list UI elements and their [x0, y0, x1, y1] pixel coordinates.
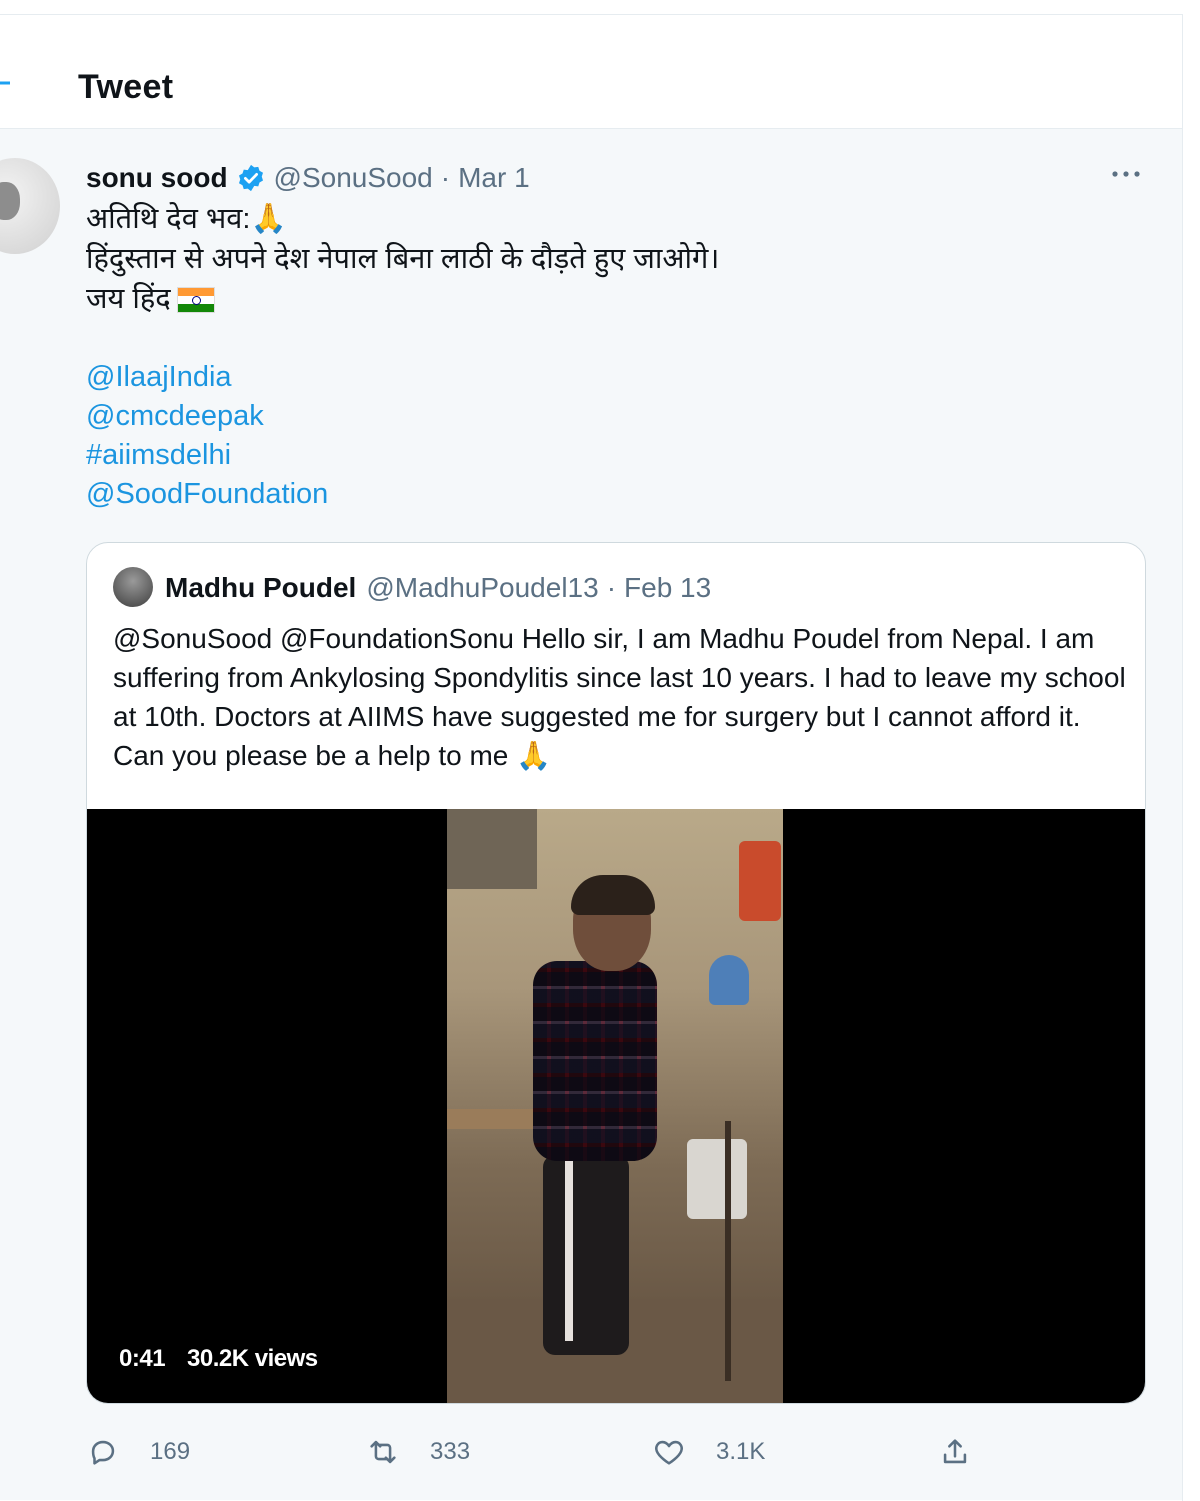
india-flag-icon	[176, 287, 215, 314]
page-title: Tweet	[78, 68, 174, 106]
mention-link[interactable]: @IlaajIndia	[86, 358, 328, 397]
quoted-author-handle: @MadhuPoudel13	[366, 572, 599, 603]
retweet-count: 333	[430, 1438, 471, 1465]
quoted-tweet-text: @SonuSood @FoundationSonu Hello sir, I a…	[113, 623, 1126, 772]
quoted-author-name: Madhu Poudel	[165, 572, 357, 603]
verified-badge-icon	[238, 164, 263, 192]
more-options-icon[interactable]	[1110, 164, 1142, 184]
mention-link[interactable]: @cmcdeepak	[86, 397, 328, 436]
video-thumbnail	[447, 809, 783, 1403]
like-button[interactable]: 3.1K	[652, 1432, 765, 1472]
tweet-mentions: @IlaajIndia @cmcdeepak #aiimsdelhi @Sood…	[86, 358, 328, 514]
reply-icon	[91, 1440, 115, 1465]
tweet-text-line: हिंदुस्तान से अपने देश नेपाल बिना लाठी क…	[86, 243, 720, 275]
quoted-author-avatar	[113, 567, 153, 607]
tweet-body: अतिथि देव भव:🙏 हिंदुस्तान से अपने देश ने…	[86, 198, 1156, 319]
tweet-author-line: sonu sood @SonuSood · Mar 1	[86, 158, 530, 198]
heart-icon	[655, 1440, 683, 1465]
back-arrow-icon[interactable]	[0, 74, 12, 92]
tweet-text-line: जय हिंद	[86, 279, 1156, 319]
meta-separator: ·	[440, 162, 451, 193]
video-meta: 0:41 30.2K views	[119, 1345, 318, 1373]
folded-hands-icon: 🙏	[516, 739, 552, 772]
folded-hands-icon: 🙏	[250, 201, 287, 235]
retweet-icon	[370, 1440, 396, 1464]
tweet-actions: 169 333 3.1K	[86, 1432, 986, 1472]
top-header: Tweet	[0, 16, 1182, 129]
video-views: 30.2K views	[187, 1345, 318, 1372]
quoted-tweet-card[interactable]: Madhu Poudel @MadhuPoudel13 · Feb 13 @So…	[86, 542, 1146, 1404]
reply-button[interactable]: 169	[86, 1432, 190, 1472]
retweet-button[interactable]: 333	[366, 1432, 470, 1472]
mention-link[interactable]: @SoodFoundation	[86, 475, 328, 514]
video-player[interactable]: 0:41 30.2K views	[87, 809, 1145, 1403]
author-handle[interactable]: @SonuSood	[274, 162, 433, 194]
hashtag-link[interactable]: #aiimsdelhi	[86, 436, 328, 475]
video-duration: 0:41	[119, 1345, 166, 1372]
avatar-face	[0, 182, 20, 220]
share-icon	[943, 1439, 967, 1464]
like-count: 3.1K	[716, 1438, 766, 1465]
tweet-date[interactable]: Mar 1	[458, 162, 530, 194]
reply-count: 169	[150, 1438, 191, 1465]
quoted-author-line: Madhu Poudel @MadhuPoudel13 · Feb 13	[165, 567, 711, 609]
tweet-text-line: अतिथि देव भव:🙏	[86, 201, 287, 235]
share-button[interactable]	[938, 1432, 972, 1472]
quoted-tweet-date: Feb 13	[624, 572, 712, 603]
author-name[interactable]: sonu sood	[86, 162, 228, 194]
meta-separator: ·	[606, 572, 617, 603]
